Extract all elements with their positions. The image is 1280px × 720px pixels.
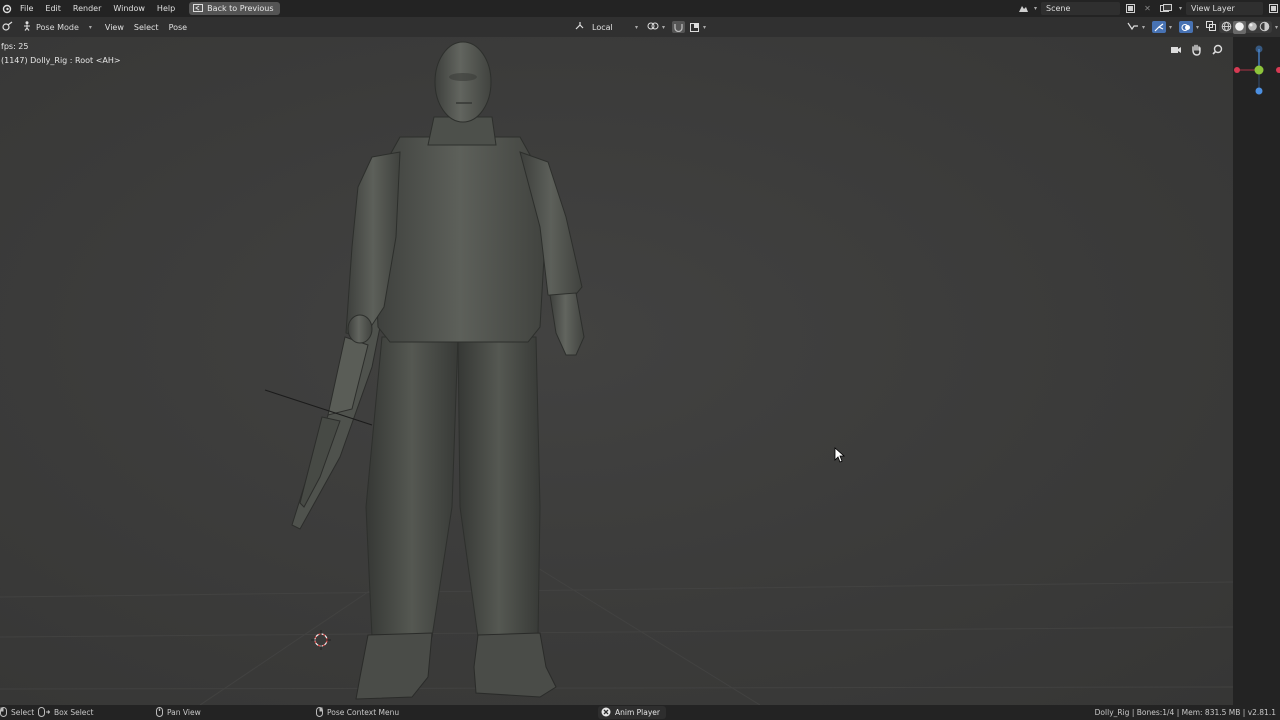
menu-file[interactable]: File [14, 0, 39, 17]
zoom-magnifier-icon[interactable] [1210, 42, 1225, 57]
pan-view-hint-label: Pan View [167, 708, 201, 717]
pan-hand-icon[interactable] [1189, 42, 1204, 57]
navigation-gizmo[interactable] [1233, 37, 1280, 107]
menu-pose[interactable]: Pose [164, 23, 193, 32]
scene-statistics: Dolly_Rig | Bones:1/4 | Mem: 831.5 MB | … [1094, 708, 1276, 717]
rendered-shading-icon[interactable] [1259, 21, 1270, 34]
status-context-menu-hint: Pose Context Menu [316, 705, 399, 720]
floor-grid [0, 556, 1233, 705]
viewport-display-tools: ▾ ▾ ▾ ▾ [1127, 20, 1280, 34]
transform-tools: Local ▾ ▾ ▾ [574, 20, 706, 34]
snap-element-icon[interactable] [688, 21, 700, 33]
chevron-down-icon: ▾ [703, 23, 707, 31]
scene-selector-icon[interactable] [1017, 2, 1030, 15]
chevron-down-icon: ▾ [1033, 5, 1037, 12]
scene-canvas [0, 41, 1233, 705]
top-menu-bar: File Edit Render Window Help Back to Pre… [0, 0, 1280, 17]
chevron-down-icon: ▾ [1195, 23, 1199, 31]
scene-name-field[interactable]: Scene [1040, 2, 1120, 15]
back-to-previous-label: Back to Previous [207, 4, 274, 13]
mouse-middle-icon [156, 706, 163, 719]
transform-orientation-dropdown[interactable]: Local [588, 23, 632, 32]
object-visibility-icon[interactable] [1127, 21, 1139, 33]
box-select-hint-label: Box Select [54, 708, 94, 717]
interaction-mode-dropdown[interactable]: Pose Mode ▾ [18, 20, 96, 34]
cancel-circle-icon[interactable] [601, 707, 611, 719]
transform-orientation-icon [574, 21, 585, 33]
status-select-hint: Select [0, 705, 34, 720]
show-gizmo-icon[interactable] [1151, 21, 1166, 33]
solid-shading-icon[interactable] [1232, 20, 1246, 34]
scene-name: Scene [1045, 4, 1071, 13]
new-view-layer-icon[interactable] [1267, 2, 1280, 15]
show-overlays-icon[interactable] [1178, 21, 1193, 33]
snap-toggle-icon[interactable] [672, 21, 686, 33]
anim-player-label: Anim Player [615, 708, 660, 717]
menu-select[interactable]: Select [129, 23, 164, 32]
wireframe-shading-icon[interactable] [1221, 21, 1232, 34]
context-menu-hint-label: Pose Context Menu [327, 708, 400, 717]
mode-label: Pose Mode [36, 22, 79, 32]
xray-toggle-icon[interactable] [1205, 21, 1216, 33]
shading-mode-group [1218, 20, 1272, 34]
new-scene-icon[interactable] [1124, 2, 1137, 15]
mouse-right-icon [316, 706, 323, 719]
blender-window: File Edit Render Window Help Back to Pre… [0, 0, 1280, 720]
mouse-drag-icon [38, 706, 51, 719]
screen-back-icon [193, 3, 204, 14]
sidebar-strip [1233, 37, 1280, 705]
status-bar: Select Box Select Pan View Pose Context … [0, 705, 1280, 720]
pivot-point-icon[interactable] [647, 21, 659, 33]
camera-view-icon[interactable] [1168, 42, 1183, 57]
menu-window[interactable]: Window [107, 0, 151, 17]
material-shading-icon[interactable] [1247, 21, 1258, 34]
chevron-down-icon: ▾ [1141, 23, 1145, 31]
chevron-down-icon: ▾ [88, 23, 92, 31]
chevron-down-icon: ▾ [635, 23, 639, 31]
editor-type-icon[interactable] [2, 21, 14, 34]
chevron-down-icon: ▾ [1274, 23, 1278, 31]
chevron-down-icon: ▾ [1168, 23, 1172, 31]
back-to-previous-button[interactable]: Back to Previous [189, 2, 280, 15]
anim-player-indicator[interactable]: Anim Player [598, 706, 666, 719]
select-hint-label: Select [11, 708, 35, 717]
chevron-down-icon: ▾ [662, 23, 666, 31]
status-pan-view-hint: Pan View [156, 705, 201, 720]
chevron-down-icon: ▾ [1178, 5, 1182, 12]
character-model[interactable] [264, 41, 585, 700]
close-scene-icon[interactable]: ✕ [1141, 2, 1154, 15]
view-layer-name: View Layer [1191, 4, 1235, 13]
mouse-pointer-icon [834, 447, 846, 463]
view-layer-icon[interactable] [1158, 2, 1175, 15]
menu-render[interactable]: Render [67, 0, 107, 17]
mouse-left-icon [0, 706, 7, 719]
3d-viewport[interactable]: fps: 25 (1147) Dolly_Rig : Root <AH> [0, 37, 1233, 705]
menu-edit[interactable]: Edit [39, 0, 67, 17]
viewport-header: Pose Mode ▾ View Select Pose Local ▾ ▾ ▾ [0, 17, 1280, 37]
navigation-buttons [1168, 42, 1225, 57]
pose-mode-icon [22, 21, 32, 33]
blender-logo-icon[interactable] [0, 0, 14, 17]
view-layer-field[interactable]: View Layer [1186, 2, 1263, 15]
menu-view[interactable]: View [100, 23, 129, 32]
topbar-right-group: ▾ Scene ✕ ▾ View Layer [1017, 0, 1280, 17]
status-box-select-hint: Box Select [38, 705, 93, 720]
3d-cursor-icon[interactable] [311, 630, 331, 650]
menu-help[interactable]: Help [151, 0, 181, 17]
